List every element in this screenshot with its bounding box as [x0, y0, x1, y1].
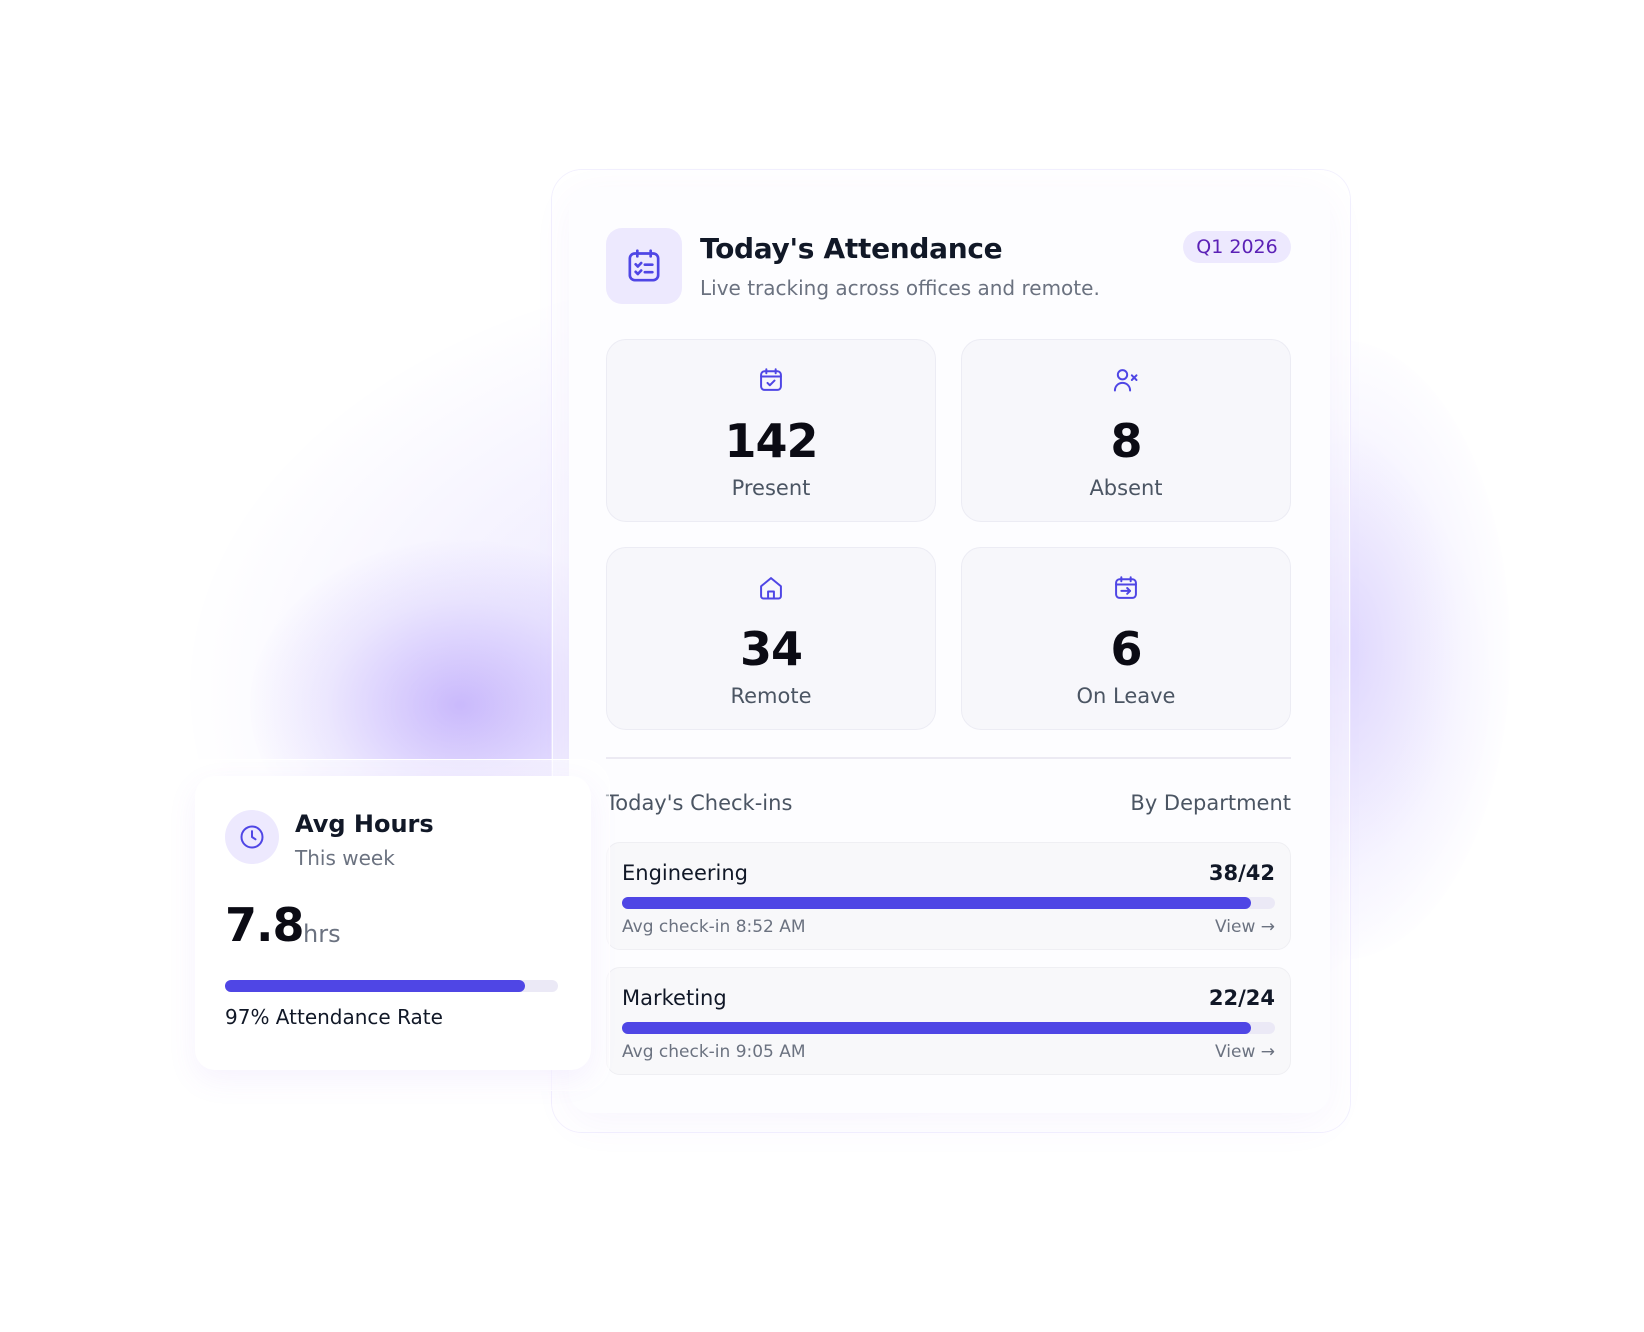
attendance-rate-fill — [225, 980, 525, 992]
stat-remote[interactable]: 34 Remote — [606, 547, 936, 730]
stat-value: 34 — [739, 622, 803, 676]
department-progress-track — [622, 897, 1275, 909]
department-progress-fill — [622, 897, 1251, 909]
calendar-exit-icon — [1112, 574, 1140, 606]
avg-hours-title: Avg Hours — [295, 810, 434, 838]
department-name: Engineering — [622, 861, 748, 885]
department-progress-track — [622, 1022, 1275, 1034]
checkins-title: Today's Check-ins — [606, 791, 793, 815]
department-progress-fill — [622, 1022, 1251, 1034]
period-badge: Q1 2026 — [1183, 231, 1291, 263]
calendar-check-icon — [757, 366, 785, 398]
avg-hours-unit: hrs — [303, 920, 341, 948]
avg-hours-subtitle: This week — [295, 846, 395, 870]
department-row-engineering[interactable]: Engineering 38/42 Avg check-in 8:52 AM V… — [606, 842, 1291, 950]
stat-label: Absent — [1089, 476, 1163, 500]
section-divider — [606, 757, 1291, 759]
department-avg-checkin: Avg check-in 8:52 AM — [622, 917, 806, 937]
user-x-icon — [1112, 366, 1140, 398]
stat-present[interactable]: 142 Present — [606, 339, 936, 522]
page-title: Today's Attendance — [700, 232, 1003, 265]
stat-label: Remote — [730, 684, 812, 708]
view-link[interactable]: View → — [1215, 1042, 1275, 1062]
stat-value: 142 — [724, 414, 818, 468]
stat-label: On Leave — [1076, 684, 1176, 708]
stat-value: 8 — [1110, 414, 1142, 468]
department-count: 22/24 — [1208, 986, 1275, 1010]
attendance-rate-label: 97% Attendance Rate — [225, 1005, 443, 1029]
stat-absent[interactable]: 8 Absent — [961, 339, 1291, 522]
group-by-department[interactable]: By Department — [1080, 791, 1291, 815]
view-link[interactable]: View → — [1215, 917, 1275, 937]
avg-hours-value: 7.8 — [225, 898, 304, 952]
department-row-marketing[interactable]: Marketing 22/24 Avg check-in 9:05 AM Vie… — [606, 967, 1291, 1075]
calendar-checklist-icon — [606, 228, 682, 304]
page-subtitle: Live tracking across offices and remote. — [700, 276, 1100, 300]
attendance-rate-track — [225, 980, 558, 992]
department-count: 38/42 — [1208, 861, 1275, 885]
stat-label: Present — [731, 476, 811, 500]
clock-icon — [225, 810, 279, 864]
stat-value: 6 — [1110, 622, 1142, 676]
department-name: Marketing — [622, 986, 727, 1010]
home-icon — [757, 574, 785, 606]
stat-on-leave[interactable]: 6 On Leave — [961, 547, 1291, 730]
department-avg-checkin: Avg check-in 9:05 AM — [622, 1042, 806, 1062]
